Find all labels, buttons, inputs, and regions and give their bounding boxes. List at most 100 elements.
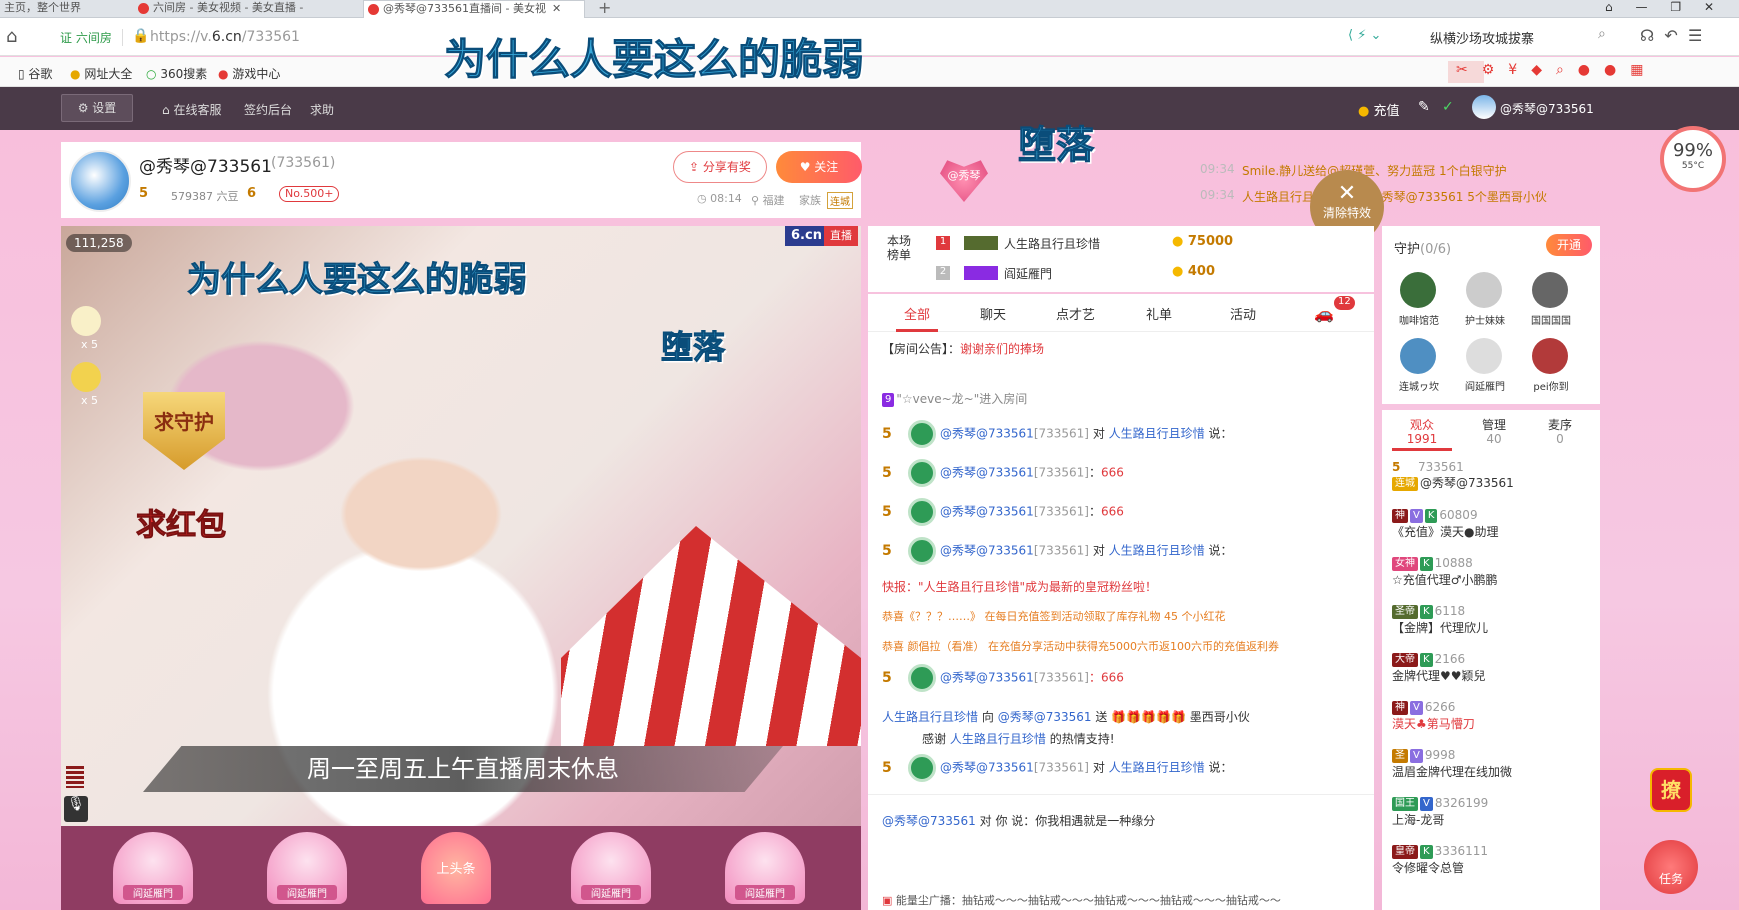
tab-chat[interactable]: 聊天 (980, 304, 1006, 323)
audience-row[interactable]: 神 V 6266 漠天♣第马懵刀 (1392, 700, 1592, 732)
anchor-name: @秀琴@733561 (139, 157, 272, 177)
gift-count: x 5 (81, 338, 99, 351)
gift-icon[interactable] (71, 306, 101, 336)
help-link[interactable]: 求助 (310, 101, 334, 118)
audience-row[interactable]: 皇帝 K 3336111 令修曜令总管 (1392, 844, 1592, 876)
audience-panel: 观众 1991 管理 40 麦序 0 5 733561 连城 @秀琴@733561 神VK6… (1382, 410, 1600, 910)
window-controls[interactable]: ⌂ — ❐ ✕ (1605, 0, 1714, 14)
car-badge: 12 (1334, 296, 1355, 310)
news-item: 恭喜《？？？……》 在每日充值签到活动领取了库存礼物 45 个小红花 (882, 610, 1226, 623)
tab-all[interactable]: 全部 (896, 304, 939, 332)
video-player[interactable]: 111,258 6.cn 直播 为什么人要这么的脆弱 堕落 x 5 x 5 求守… (61, 226, 861, 826)
browser-tab-1[interactable]: 主页，整个世界 (0, 0, 130, 18)
browser-tab-2[interactable]: 六间房 - 美女视频 - 美女直播 - (134, 0, 359, 18)
share-button[interactable]: ⇪ 分享有奖 (673, 151, 767, 183)
new-tab-icon[interactable]: + (598, 0, 611, 17)
rank-name[interactable]: 人生路且行且珍惜 (1004, 235, 1100, 252)
car-icon[interactable]: 🚗 (1314, 304, 1334, 323)
divider (868, 794, 1374, 795)
guard-avatar[interactable] (1400, 272, 1436, 308)
family-tag[interactable]: 连城 (827, 192, 853, 209)
audience-row[interactable]: 圣 V 9998 温眉金牌代理在线加微 (1392, 748, 1592, 780)
chat-message: 5 @秀琴@733561[733561] 对 人生路且行且珍惜 说： (882, 537, 1233, 565)
extension-icons[interactable]: ✂⚙¥◆⌕●●▦ (1456, 62, 1657, 78)
news-item: 快报："人生路且行且珍惜"成为最新的皇冠粉丝啦！ (882, 580, 1158, 594)
headline-button[interactable]: 上头条 (421, 832, 491, 904)
tab-admins[interactable]: 管理 40 (1464, 418, 1524, 446)
edit-icon[interactable]: ✎ (1418, 99, 1430, 115)
cpu-gauge[interactable]: 99% 55°C (1660, 126, 1726, 192)
user-name[interactable]: @秀琴@733561 (1500, 100, 1594, 117)
audience-row[interactable]: 女神 K 10888 ☆充值代理♂小鹏鹏 (1392, 556, 1592, 588)
rank-value: ● 75000 (1172, 234, 1234, 249)
guard-avatar[interactable] (1466, 272, 1502, 308)
bookmark-nav[interactable]: ● 网址大全 (70, 65, 132, 82)
rank-badge-icon (964, 266, 998, 280)
tab-activity[interactable]: 活动 (1230, 304, 1256, 323)
video-overlay-small: 堕落 (660, 328, 726, 367)
share-icon[interactable]: ⟨ ⚡ ⌄ (1348, 28, 1381, 43)
rank-badge[interactable]: No.500+ (279, 186, 340, 202)
audience-row[interactable]: 国王 V 8326199 上海-龙哥 (1392, 796, 1592, 828)
browser-tabbar: 主页，整个世界 六间房 - 美女视频 - 美女直播 - @秀琴@733561直播… (0, 0, 1739, 18)
news-item: 恭喜 颜倡拉（看准） 在充值分享活动中获得充5000六币返100六币的充值返利券 (882, 640, 1279, 653)
rank-name[interactable]: 阎延雁門 (1004, 265, 1052, 282)
guard-avatar[interactable] (1466, 338, 1502, 374)
bookmarks-bar: ▯ 谷歌 ● 网址大全 ○ 360搜素 ● 游戏中心 ✂⚙¥◆⌕●●▦ (0, 57, 1739, 87)
guard-avatar[interactable] (1532, 272, 1568, 308)
seat-bar: 阎延雁門 阎延雁門 上头条 阎延雁門 阎延雁門 (61, 826, 861, 910)
tab-audience[interactable]: 观众 1991 (1392, 418, 1452, 451)
anchor-avatar[interactable] (69, 150, 131, 212)
audience-row[interactable]: 神 V K 60809 《充值》漠天●助理 (1392, 508, 1592, 540)
mic-icon[interactable]: 🎙 (64, 796, 88, 822)
anchor-id: (733561) (271, 155, 336, 171)
notice-time: 09:34 (1200, 188, 1235, 202)
guard-avatar[interactable] (1532, 338, 1568, 374)
audience-row[interactable]: 圣帝 K 6118 【金牌】代理欣儿 (1392, 604, 1592, 636)
liao-button[interactable]: 撩 (1650, 768, 1692, 812)
signal-icon (66, 766, 84, 788)
avatar[interactable] (1472, 95, 1496, 119)
open-guard-button[interactable]: 开通 (1546, 234, 1592, 256)
search-box[interactable]: 纵横沙场攻城拔寨 (1430, 28, 1618, 48)
toolbar-icons[interactable]: ☊ ↶ ☰ (1640, 26, 1702, 45)
follow-button[interactable]: ♥ 关注 (776, 151, 862, 183)
seat[interactable]: 阎延雁門 (725, 832, 805, 904)
task-button[interactable]: 任务 (1644, 840, 1698, 894)
address-bar: ⌂ 证 六间房 🔒 https://v.6.cn/733561 ⟨ ⚡ ⌄ 纵横… (0, 18, 1739, 56)
gift-icon[interactable] (71, 362, 101, 392)
overlay-small-text: 堕落 (1017, 123, 1095, 168)
seat[interactable]: 阎延雁門 (571, 832, 651, 904)
seat[interactable]: 阎延雁門 (113, 832, 193, 904)
online-service-link[interactable]: ⌂ 在线客服 (162, 101, 221, 118)
private-message: @秀琴@733561 对 你 说：你我相遇就是一种缘分 (882, 814, 1156, 828)
browser-tab-active[interactable]: @秀琴@733561直播间 - 美女视 ✕ (363, 0, 585, 18)
url-field[interactable]: https://v.6.cn/733561 (150, 29, 300, 45)
guard-name: 阎延雁門 (1465, 382, 1505, 393)
guard-title: 守护(0/6) (1394, 242, 1452, 257)
recharge-link[interactable]: ● 充值 (1358, 100, 1400, 119)
bookmark-360[interactable]: ○ 360搜素 (146, 65, 207, 82)
sign-backend-link[interactable]: 签约后台 (244, 101, 292, 118)
home-icon[interactable]: ⌂ (6, 26, 17, 47)
seat[interactable]: 阎延雁門 (267, 832, 347, 904)
audience-row[interactable]: 大帝 K 2166 金牌代理♥♥颖兒 (1392, 652, 1592, 684)
bookmark-google[interactable]: ▯ 谷歌 (18, 65, 52, 82)
close-tab-icon[interactable]: ✕ (552, 2, 561, 15)
broadcast: ▣ 能量尘广播：抽钻戒～～～抽钻戒～～～抽钻戒～～～抽钻戒～～～抽钻戒～～ (882, 894, 1281, 907)
search-icon[interactable]: ⌕ (1598, 26, 1606, 42)
rank-badge-icon (964, 236, 998, 250)
tab-gifts[interactable]: 礼单 (1146, 304, 1172, 323)
guard-avatar[interactable] (1400, 338, 1436, 374)
security-badge[interactable]: 证 六间房 (60, 29, 123, 46)
bookmark-games[interactable]: ● 游戏中心 (218, 65, 280, 82)
chat-message: 5 @秀琴@733561[733561]：666 (882, 459, 1124, 487)
audience-row[interactable]: 5 733561 连城 @秀琴@733561 (1392, 460, 1592, 491)
verified-icon: ✓ (1442, 99, 1454, 115)
notice-text: Smile.静儿送给@超瑾萱、努力蓝冠 1个白银守护 (1242, 164, 1507, 178)
tab-talent[interactable]: 点才艺 (1056, 304, 1095, 323)
close-icon: ✕ (1337, 181, 1357, 206)
redpack-button[interactable]: 求红包 (131, 486, 231, 566)
settings-button[interactable]: ⚙ 设置 (61, 94, 133, 122)
tab-mic-queue[interactable]: 麦序 0 (1530, 418, 1590, 446)
